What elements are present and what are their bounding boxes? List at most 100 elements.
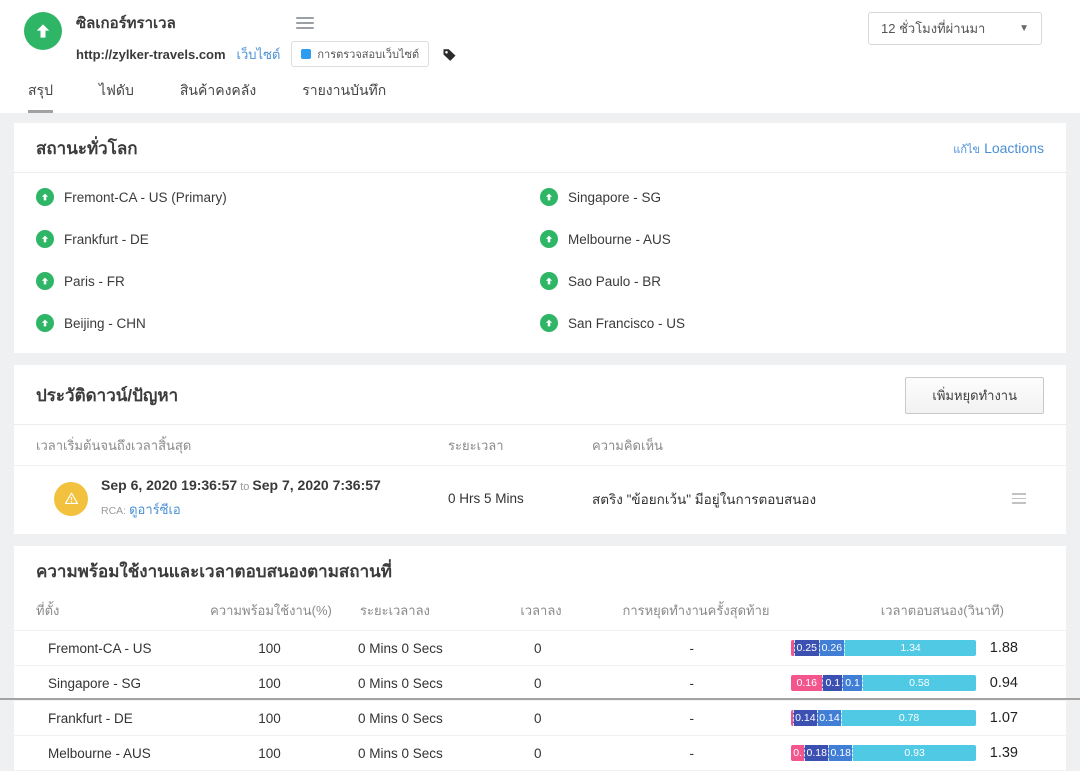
location-label: San Francisco - US	[568, 316, 685, 331]
downtime-start: Sep 6, 2020 19:36:57	[101, 477, 237, 493]
status-up-icon	[36, 272, 54, 290]
global-status-card: สถานะทั่วโลก แก้ไข Loactions Fremont-CA -…	[14, 123, 1066, 353]
edit-locations-link[interactable]: แก้ไข Loactions	[953, 140, 1044, 158]
location-label: Melbourne - AUS	[568, 232, 671, 247]
response-time-segment: 1.34	[844, 640, 976, 656]
locations-label: Loactions	[984, 140, 1044, 156]
response-time-segment: 0.93	[852, 745, 976, 761]
tag-icon[interactable]	[442, 47, 457, 62]
monitor-url: http://zylker-travels.com	[76, 47, 226, 62]
downtime-history-card: ประวัติดาวน์/ปัญหา เพิ่มหยุดทำงาน เวลาเร…	[14, 365, 1066, 534]
summary-last-downtime: -	[592, 711, 791, 726]
response-time-bar: 0.160.10.10.58	[791, 675, 976, 691]
view-rca-link[interactable]: ดูอาร์ซีเอ	[129, 502, 181, 517]
col-down-duration: ระยะเวลาลง	[336, 600, 486, 621]
monitor-menu-icon[interactable]	[296, 17, 314, 29]
tab-summary[interactable]: สรุป	[28, 80, 53, 113]
location-status-item: Beijing - CHN	[36, 302, 540, 344]
location-label: Beijing - CHN	[64, 316, 146, 331]
rca-label: RCA:	[101, 505, 126, 517]
summary-response-cell: 0.250.261.34 1.88	[791, 640, 1044, 656]
response-time-segment: 0.	[791, 745, 804, 761]
downtime-comment: สตริง "ข้อยกเว้น" มีอยู่ในการตอบสนอง	[592, 488, 994, 510]
col-down-count: เวลาลง	[486, 600, 596, 621]
response-time-total: 1.39	[984, 745, 1018, 761]
summary-location: Fremont-CA - US	[36, 641, 205, 656]
website-link[interactable]: เว็บไซต์	[237, 44, 281, 65]
status-up-logo-icon	[24, 12, 62, 50]
summary-row: Frankfurt - DE 100 0 Mins 0 Secs 0 - 0.1…	[14, 701, 1066, 736]
monitor-type-icon	[301, 49, 311, 59]
summary-response-cell: 0.160.10.10.58 0.94	[791, 675, 1044, 691]
downtime-end: Sep 7, 2020 7:36:57	[252, 477, 380, 493]
col-availability: ความพร้อมใช้งาน(%)	[206, 600, 336, 621]
time-range-value: 12 ชั่วโมงที่ผ่านมา	[881, 18, 985, 39]
summary-availability: 100	[205, 676, 334, 691]
summary-down-count: 0	[483, 676, 592, 691]
time-range-select[interactable]: 12 ชั่วโมงที่ผ่านมา ▼	[868, 12, 1042, 45]
response-time-segment: 0.14	[793, 710, 817, 726]
status-up-icon	[540, 272, 558, 290]
summary-down-duration: 0 Mins 0 Secs	[334, 641, 483, 656]
response-time-segment: 0.1	[822, 675, 842, 691]
col-comment: ความคิดเห็น	[592, 435, 994, 456]
summary-availability: 100	[205, 641, 334, 656]
add-downtime-button[interactable]: เพิ่มหยุดทำงาน	[905, 377, 1044, 414]
location-status-item: Singapore - SG	[540, 176, 1044, 218]
summary-last-downtime: -	[592, 676, 791, 691]
status-up-icon	[36, 314, 54, 332]
summary-last-downtime: -	[592, 641, 791, 656]
downtime-period: Sep 6, 2020 19:36:57toSep 7, 2020 7:36:5…	[101, 477, 381, 493]
response-time-total: 1.88	[984, 640, 1018, 656]
location-label: Paris - FR	[64, 274, 125, 289]
response-time-total: 0.94	[984, 675, 1018, 691]
monitor-name: ซิลเกอร์ทราเวล	[76, 11, 176, 35]
response-time-segment: 0.26	[819, 640, 845, 656]
col-start-end: เวลาเริ่มต้นจนถึงเวลาสิ้นสุด	[36, 435, 448, 456]
status-up-icon	[540, 314, 558, 332]
summary-down-count: 0	[483, 711, 592, 726]
global-status-title: สถานะทั่วโลก	[36, 135, 138, 162]
summary-down-duration: 0 Mins 0 Secs	[334, 676, 483, 691]
summary-down-duration: 0 Mins 0 Secs	[334, 746, 483, 761]
edit-label: แก้ไข	[953, 144, 980, 156]
response-time-total: 1.07	[984, 710, 1018, 726]
response-time-segment: 0.16	[791, 675, 822, 691]
locations-grid: Fremont-CA - US (Primary) Singapore - SG…	[14, 173, 1066, 353]
location-status-item: Fremont-CA - US (Primary)	[36, 176, 540, 218]
summary-response-cell: 0.140.140.78 1.07	[791, 710, 1044, 726]
tab-log-report[interactable]: รายงานบันทึก	[302, 80, 386, 113]
summary-row: Singapore - SG 100 0 Mins 0 Secs 0 - 0.1…	[14, 666, 1066, 701]
summary-last-downtime: -	[592, 746, 791, 761]
response-time-segment: 0.1	[842, 675, 862, 691]
summary-availability: 100	[205, 711, 334, 726]
col-duration: ระยะเวลา	[448, 435, 592, 456]
response-time-bar: 0.250.261.34	[791, 640, 976, 656]
tab-inventory[interactable]: สินค้าคงคลัง	[180, 80, 256, 113]
status-up-icon	[540, 188, 558, 206]
summary-location: Singapore - SG	[36, 676, 205, 691]
response-time-segment: 0.58	[862, 675, 976, 691]
summary-row: Melbourne - AUS 100 0 Mins 0 Secs 0 - 0.…	[14, 736, 1066, 771]
monitor-type-label: การตรวจสอบเว็บไซต์	[317, 45, 419, 63]
col-location: ที่ตั้ง	[36, 600, 206, 621]
tab-outages[interactable]: ไฟดับ	[99, 80, 134, 113]
location-status-item: Melbourne - AUS	[540, 218, 1044, 260]
monitor-type-badge: การตรวจสอบเว็บไซต์	[291, 41, 429, 67]
location-label: Frankfurt - DE	[64, 232, 149, 247]
summary-down-count: 0	[483, 641, 592, 656]
response-time-segment: 0.18	[828, 745, 852, 761]
trouble-warning-icon	[54, 482, 88, 516]
monitor-header: ซิลเกอร์ทราเวล http://zylker-travels.com…	[0, 0, 1080, 113]
tab-bar: สรุป ไฟดับ สินค้าคงคลัง รายงานบันทึก	[0, 67, 1080, 113]
response-time-segment: 0.14	[817, 710, 841, 726]
status-up-icon	[36, 188, 54, 206]
downtime-row-menu-icon[interactable]	[994, 493, 1044, 503]
location-status-item: Paris - FR	[36, 260, 540, 302]
chevron-down-icon: ▼	[1019, 23, 1029, 34]
summary-location: Melbourne - AUS	[36, 746, 205, 761]
summary-location: Frankfurt - DE	[36, 711, 205, 726]
downtime-duration: 0 Hrs 5 Mins	[448, 491, 592, 506]
summary-down-duration: 0 Mins 0 Secs	[334, 711, 483, 726]
downtime-table-header: เวลาเริ่มต้นจนถึงเวลาสิ้นสุด ระยะเวลา คว…	[14, 425, 1066, 466]
